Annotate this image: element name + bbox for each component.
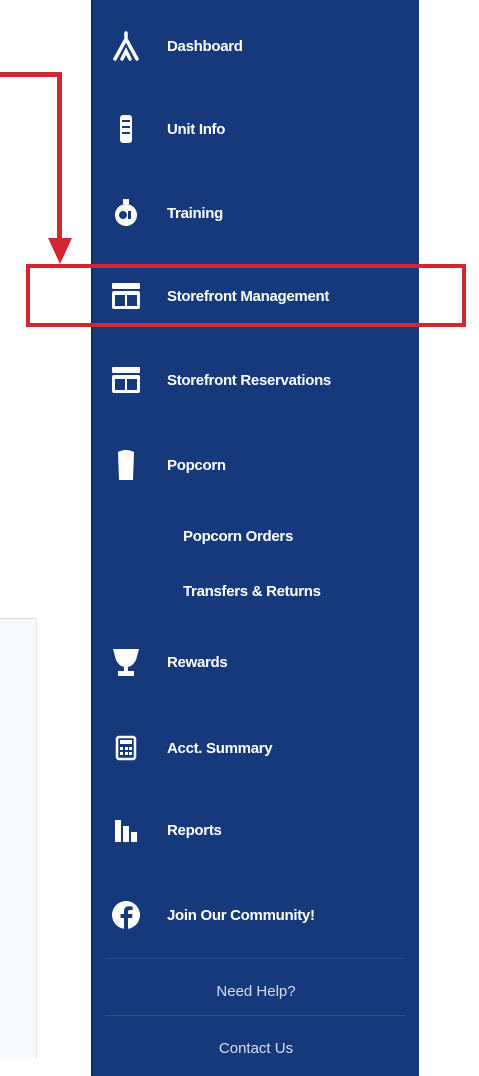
divider — [105, 1015, 405, 1016]
sidebar-item-label: Dashboard — [167, 37, 243, 55]
sidebar-item-unit-info[interactable]: Unit Info — [93, 109, 419, 149]
document-stack-icon — [109, 112, 143, 146]
sidebar-item-rewards[interactable]: Rewards — [93, 642, 419, 682]
sidebar-item-acct-summary[interactable]: Acct. Summary — [93, 728, 419, 768]
sidebar-item-label: Popcorn — [167, 456, 226, 474]
sidebar-item-label: Transfers & Returns — [183, 582, 321, 600]
sidebar-item-label: Acct. Summary — [167, 739, 273, 757]
annotation-arrowhead — [48, 238, 72, 264]
sidebar-item-label: Join Our Community! — [167, 906, 315, 924]
sidebar-item-label: Unit Info — [167, 120, 226, 138]
sidebar-item-join-community[interactable]: Join Our Community! — [93, 895, 419, 935]
sidebar-item-training[interactable]: Training — [93, 193, 419, 233]
sidebar-item-label: Popcorn Orders — [183, 527, 293, 545]
training-badge-icon — [109, 196, 143, 230]
need-help-text: Need Help? — [216, 983, 296, 1000]
facebook-icon — [109, 898, 143, 932]
sidebar-subitem-transfers-returns[interactable]: Transfers & Returns — [93, 571, 419, 611]
annotation-highlight-box — [26, 264, 466, 327]
tent-icon — [109, 29, 143, 63]
sidebar-item-popcorn[interactable]: Popcorn — [93, 445, 419, 485]
annotation-arrow-vertical — [57, 72, 62, 250]
sidebar-subitem-popcorn-orders[interactable]: Popcorn Orders — [93, 516, 419, 556]
background-panel — [0, 618, 37, 1059]
sidebar-item-label: Storefront Reservations — [167, 371, 331, 389]
trophy-icon — [109, 645, 143, 679]
sidebar-item-dashboard[interactable]: Dashboard — [93, 26, 419, 66]
sidebar-item-reports[interactable]: Reports — [93, 810, 419, 850]
popcorn-box-icon — [109, 448, 143, 482]
contact-us-link[interactable]: Contact Us — [93, 1040, 419, 1057]
sidebar-item-storefront-reservations[interactable]: Storefront Reservations — [93, 360, 419, 400]
sidebar-item-label: Rewards — [167, 653, 228, 671]
sidebar-item-label: Reports — [167, 821, 222, 839]
calculator-icon — [109, 731, 143, 765]
storefront-icon — [109, 363, 143, 397]
sidebar-item-label: Training — [167, 204, 223, 222]
sidebar-nav: Dashboard Unit Info Training Storefront … — [91, 0, 419, 1076]
annotation-arrow-horizontal — [0, 72, 62, 77]
divider — [105, 958, 405, 959]
bar-chart-icon — [109, 813, 143, 847]
